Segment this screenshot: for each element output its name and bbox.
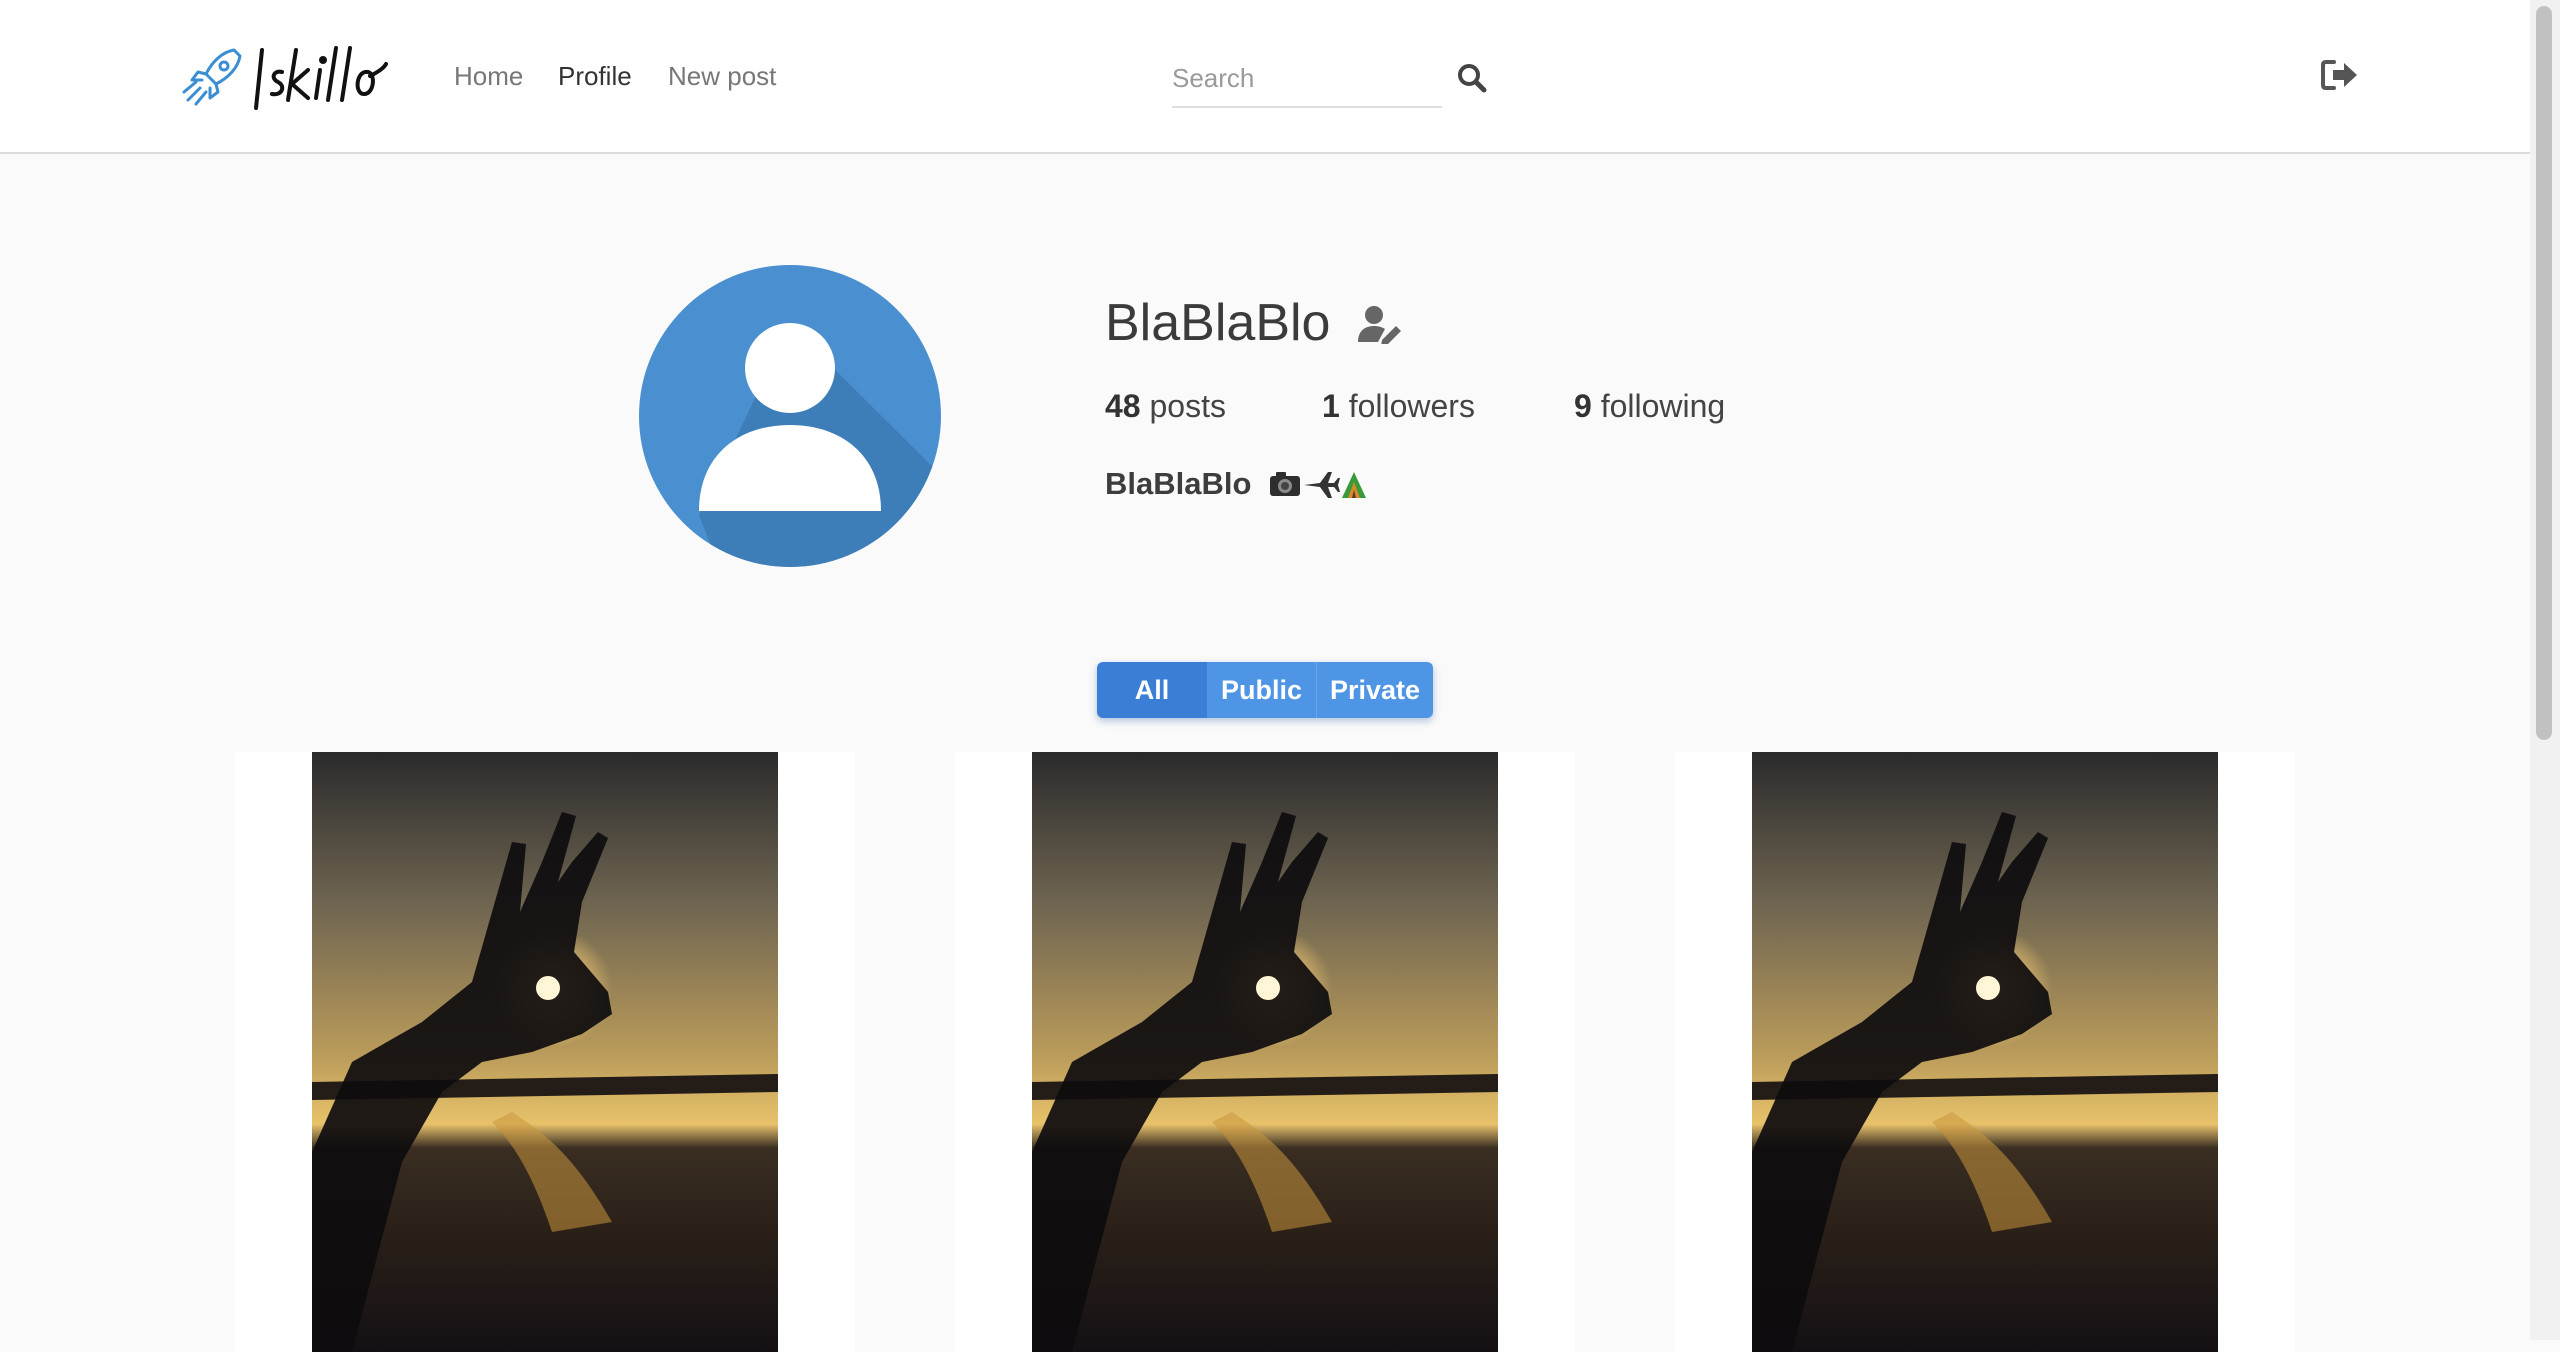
filter-private-button[interactable]: Private <box>1317 662 1433 718</box>
sign-out-icon[interactable] <box>2320 58 2360 92</box>
post-image[interactable] <box>1032 752 1498 1352</box>
nav-profile-link[interactable]: Profile <box>558 58 632 94</box>
following-label: following <box>1600 388 1726 424</box>
user-edit-icon[interactable] <box>1356 304 1404 344</box>
camping-icon <box>1342 472 1366 498</box>
following-count: 9 <box>1574 388 1592 424</box>
following-stat[interactable]: 9 following <box>1574 384 1725 428</box>
profile-bio-name: BlaBlaBlo <box>1105 466 1252 501</box>
app-logo[interactable] <box>178 42 388 118</box>
post-card[interactable] <box>955 752 1575 1352</box>
post-image[interactable] <box>1752 752 2218 1352</box>
followers-count: 1 <box>1322 388 1340 424</box>
nav-home-link[interactable]: Home <box>454 58 523 94</box>
filter-public-button[interactable]: Public <box>1207 662 1317 718</box>
search-input[interactable] <box>1172 54 1442 102</box>
avatar <box>639 265 941 567</box>
posts-count-stat: 48 posts <box>1105 384 1226 428</box>
filter-all-button[interactable]: All <box>1097 662 1207 718</box>
logo-wordmark <box>254 46 388 110</box>
search-icon[interactable] <box>1456 62 1488 94</box>
top-navbar: Home Profile New post <box>0 0 2530 154</box>
followers-label: followers <box>1348 388 1475 424</box>
post-card[interactable] <box>1675 752 2295 1352</box>
posts-count: 48 <box>1105 388 1141 424</box>
airplane-icon <box>1304 472 1340 498</box>
search-box <box>1172 54 1442 108</box>
post-card[interactable] <box>235 752 855 1352</box>
posts-label: posts <box>1149 388 1226 424</box>
scrollbar-thumb[interactable] <box>2536 6 2552 740</box>
nav-new-post-link[interactable]: New post <box>668 58 776 94</box>
rocket-icon <box>182 48 242 106</box>
followers-stat[interactable]: 1 followers <box>1322 384 1475 428</box>
camera-icon <box>1270 472 1300 496</box>
post-image[interactable] <box>312 752 778 1352</box>
profile-username: BlaBlaBlo <box>1105 294 1331 352</box>
bio-emoji-group <box>1270 472 1366 498</box>
post-filter-group: All Public Private <box>1097 662 1433 718</box>
